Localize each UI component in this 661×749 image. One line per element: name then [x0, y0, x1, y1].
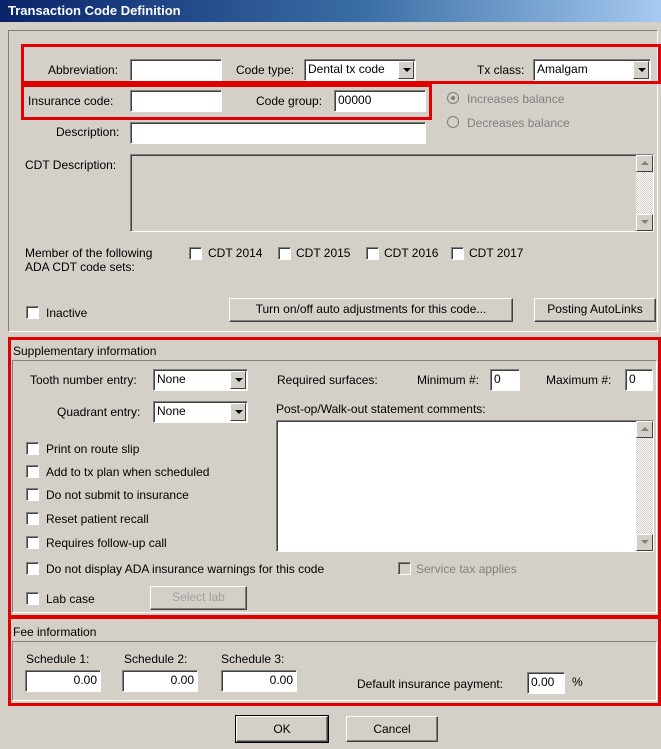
ok-button[interactable]: OK [236, 716, 328, 742]
highlight-row-1 [21, 44, 661, 84]
posting-autolinks-button[interactable]: Posting AutoLinks [534, 298, 656, 322]
auto-adjust-button[interactable]: Turn on/off auto adjustments for this co… [229, 298, 513, 322]
cdt-description-label: CDT Description: [25, 158, 117, 172]
cdt-description-scrollbar[interactable] [636, 155, 653, 231]
increases-balance-radio[interactable] [447, 92, 459, 104]
decreases-balance-radio[interactable] [447, 116, 459, 128]
cdt-2016-label: CDT 2016 [384, 246, 439, 260]
cdt-2015-label: CDT 2015 [296, 246, 351, 260]
transaction-code-dialog: Transaction Code Definition Abbreviation… [0, 0, 661, 749]
cancel-button[interactable]: Cancel [346, 716, 438, 742]
cdt-2016-checkbox[interactable] [366, 247, 379, 260]
window-title: Transaction Code Definition [8, 3, 181, 18]
highlight-fee [8, 615, 661, 706]
highlight-supplementary [8, 337, 661, 619]
description-label: Description: [56, 125, 120, 139]
member-label-line1: Member of the following [25, 246, 153, 260]
cdt-2017-checkbox[interactable] [451, 247, 464, 260]
cdt-2017-label: CDT 2017 [469, 246, 524, 260]
inactive-checkbox[interactable] [26, 306, 39, 319]
scroll-down-icon[interactable] [636, 214, 653, 231]
cdt-2014-label: CDT 2014 [208, 246, 263, 260]
description-input[interactable] [130, 122, 426, 144]
cdt-2015-checkbox[interactable] [278, 247, 291, 260]
increases-balance-label: Increases balance [467, 92, 565, 106]
decreases-balance-label: Decreases balance [467, 116, 570, 130]
inactive-label: Inactive [46, 306, 88, 320]
scroll-up-icon[interactable] [636, 155, 653, 172]
member-label-line2: ADA CDT code sets: [25, 260, 135, 274]
title-bar: Transaction Code Definition [0, 0, 661, 22]
highlight-row-2 [21, 84, 432, 120]
cdt-2014-checkbox[interactable] [189, 247, 202, 260]
cdt-description-box[interactable] [130, 154, 654, 232]
